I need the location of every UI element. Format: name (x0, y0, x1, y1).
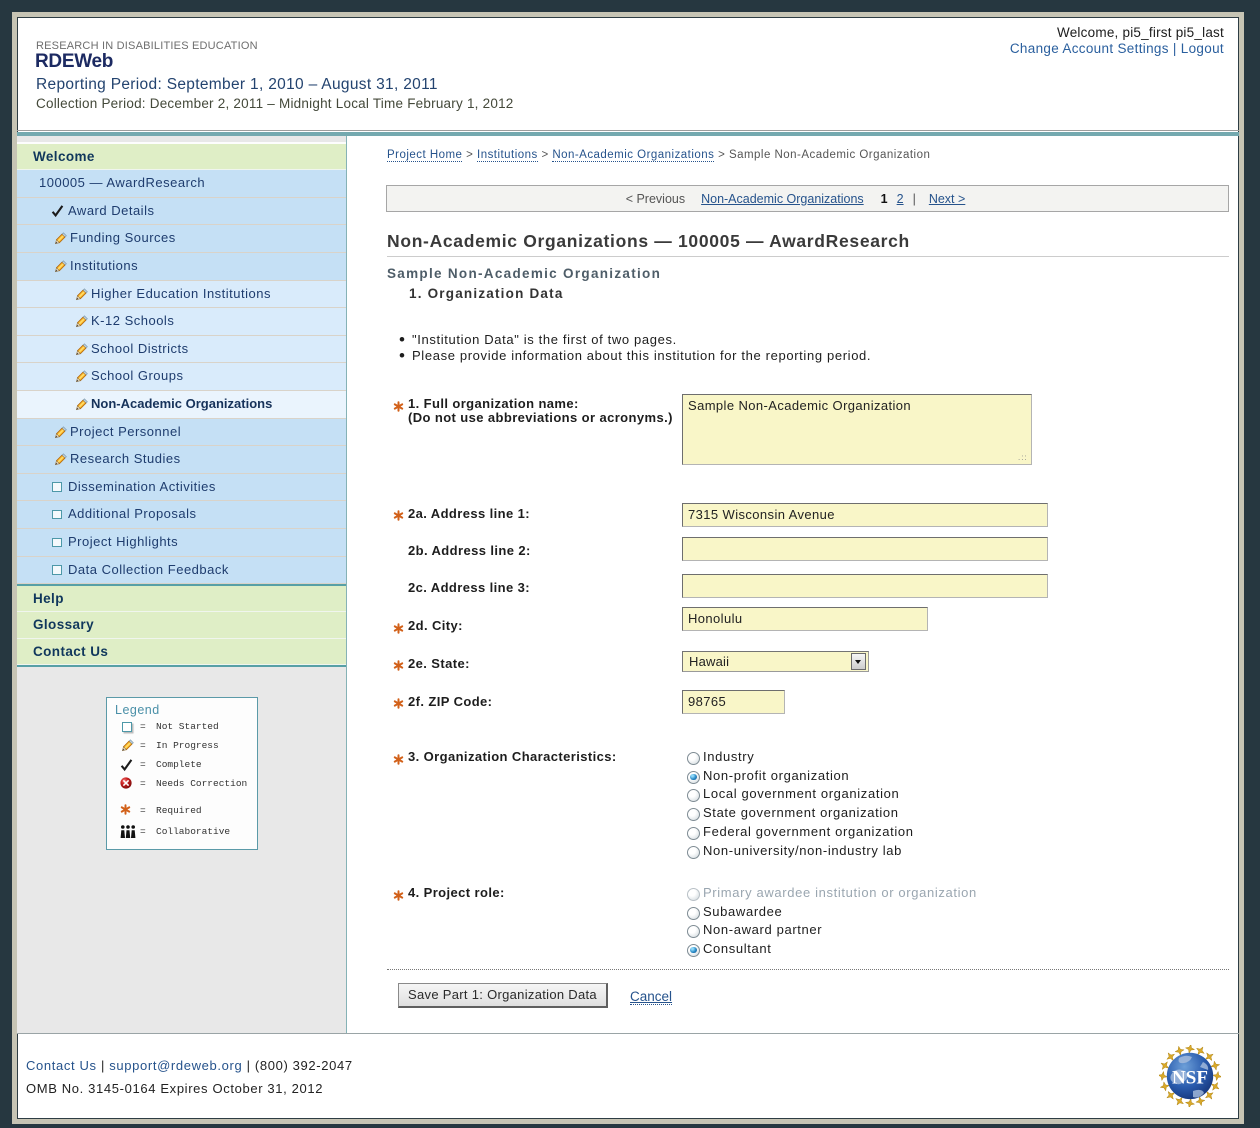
svg-text:NSF: NSF (1172, 1068, 1208, 1089)
